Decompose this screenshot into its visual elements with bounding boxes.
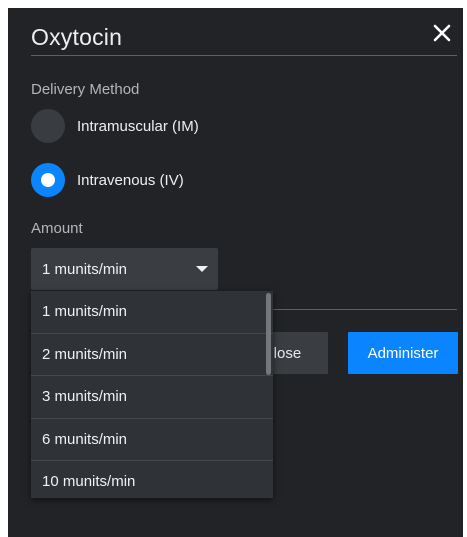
radio-label-intravenous: Intravenous (IV) bbox=[77, 171, 184, 189]
radio-option-intravenous[interactable]: Intravenous (IV) bbox=[31, 163, 184, 197]
amount-label: Amount bbox=[31, 220, 83, 237]
radio-button-intravenous[interactable] bbox=[31, 163, 65, 197]
amount-option-1[interactable]: 1 munits/min bbox=[31, 291, 273, 334]
radio-button-intramuscular[interactable] bbox=[31, 109, 65, 143]
dialog-title: Oxytocin bbox=[31, 24, 123, 50]
amount-option-2[interactable]: 2 munits/min bbox=[31, 334, 273, 376]
radio-label-intramuscular: Intramuscular (IM) bbox=[77, 117, 199, 135]
amount-select-value: 1 munits/min bbox=[42, 260, 128, 278]
administer-button[interactable]: Administer bbox=[348, 332, 458, 374]
caret-down-icon bbox=[196, 266, 208, 272]
amount-option-3[interactable]: 3 munits/min bbox=[31, 376, 273, 419]
delivery-method-label: Delivery Method bbox=[31, 81, 140, 98]
close-dialog-button[interactable] bbox=[429, 20, 455, 46]
amount-option-10[interactable]: 10 munits/min bbox=[31, 461, 273, 498]
close-icon bbox=[433, 24, 451, 42]
oxytocin-dialog: Oxytocin Delivery Method Intramuscular (… bbox=[8, 8, 463, 537]
amount-dropdown-list[interactable]: 1 munits/min 2 munits/min 3 munits/min 6… bbox=[31, 291, 273, 498]
title-divider bbox=[31, 55, 457, 56]
dropdown-scrollbar[interactable] bbox=[266, 293, 271, 375]
amount-select[interactable]: 1 munits/min bbox=[31, 248, 218, 290]
radio-option-intramuscular[interactable]: Intramuscular (IM) bbox=[31, 109, 199, 143]
amount-option-6[interactable]: 6 munits/min bbox=[31, 419, 273, 461]
